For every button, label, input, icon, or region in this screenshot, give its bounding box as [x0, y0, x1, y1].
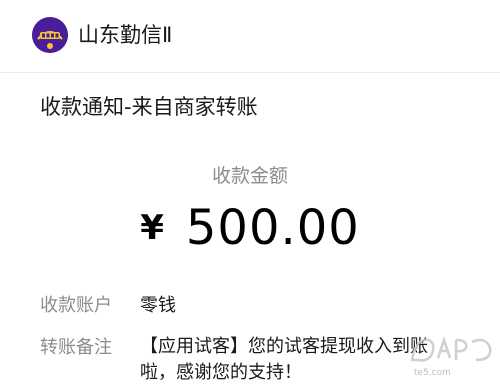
notice-title: 收款通知-来自商家转账: [40, 95, 258, 119]
remark-line-2: 啦，感谢您的支持！: [140, 362, 302, 383]
currency-symbol: ¥: [140, 208, 164, 248]
sender-header: 山东勤信Ⅱ: [0, 0, 500, 73]
watermark-logo-icon: [410, 336, 492, 362]
account-value: 零钱: [140, 295, 176, 316]
site-watermark: te5.com: [406, 330, 496, 378]
amount-value: 500.00: [185, 200, 360, 256]
watermark-url: te5.com: [414, 368, 451, 378]
sender-name: 山东勤信Ⅱ: [78, 23, 173, 47]
remark-label: 转账备注: [40, 337, 112, 358]
amount-label: 收款金额: [211, 165, 288, 187]
amount-row: ¥500.00: [0, 198, 500, 258]
remark-line-1: 【应用试客】您的试客提现收入到账: [140, 336, 428, 357]
account-label: 收款账户: [40, 295, 112, 316]
app-logo-icon[interactable]: [32, 17, 68, 53]
remark-value: 【应用试客】您的试客提现收入到账 啦，感谢您的支持！: [140, 334, 428, 386]
